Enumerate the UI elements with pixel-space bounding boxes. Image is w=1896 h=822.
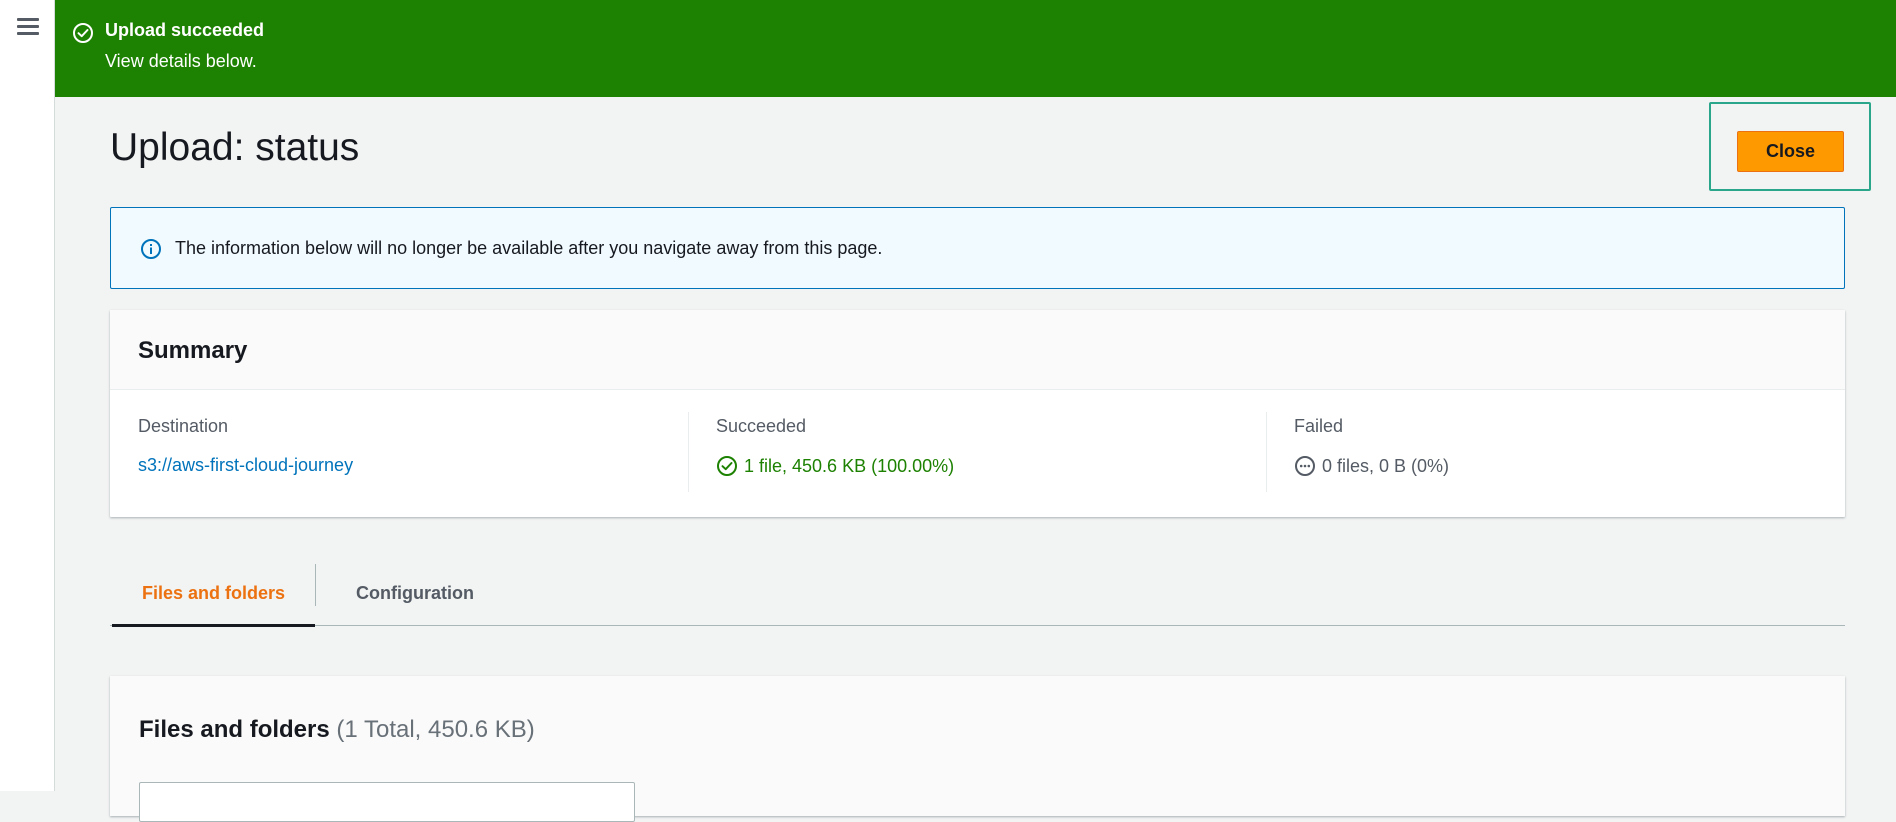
succeeded-label: Succeeded xyxy=(716,416,807,436)
failed-value: 0 files, 0 B (0%) xyxy=(1322,455,1450,476)
info-circle-icon xyxy=(141,239,161,259)
page-title: Upload: status xyxy=(110,126,360,169)
flash-subtitle: View details below. xyxy=(105,51,257,71)
column-divider xyxy=(688,412,689,492)
info-alert: The information below will no longer be … xyxy=(110,207,1845,289)
failed-label: Failed xyxy=(1294,416,1344,436)
summary-title: Summary xyxy=(138,337,248,364)
column-divider xyxy=(1266,412,1267,492)
info-text: The information below will no longer be … xyxy=(175,238,883,258)
files-count: (1 Total, 450.6 KB) xyxy=(336,716,535,743)
hamburger-icon[interactable] xyxy=(17,18,39,36)
destination-label: Destination xyxy=(138,416,229,436)
summary-header: Summary xyxy=(110,310,1845,390)
failed-column: Failed 0 files, 0 B (0%) xyxy=(1294,412,1449,492)
tab-bar: Files and folders Configuration xyxy=(110,561,1845,627)
files-and-folders-card: Files and folders (1 Total, 450.6 KB) xyxy=(110,676,1845,822)
flash-title: Upload succeeded xyxy=(105,20,265,40)
ellipsis-circle-icon xyxy=(1295,456,1315,476)
search-input[interactable] xyxy=(139,782,635,822)
tab-configuration[interactable]: Configuration xyxy=(316,561,514,625)
files-title-text: Files and folders xyxy=(139,716,330,743)
check-circle-icon xyxy=(73,23,93,43)
destination-column: Destination s3://aws-first-cloud-journey xyxy=(138,412,378,492)
tab-files-and-folders[interactable]: Files and folders xyxy=(112,561,315,627)
succeeded-value: 1 file, 450.6 KB (100.00%) xyxy=(744,455,955,476)
flash-success-banner: Upload succeeded View details below. xyxy=(55,0,1896,97)
side-navigation xyxy=(0,0,55,791)
succeeded-column: Succeeded 1 file, 450.6 KB (100.00%) xyxy=(716,412,954,492)
close-button[interactable]: Close xyxy=(1737,131,1844,172)
summary-card: Summary Destination s3://aws-first-cloud… xyxy=(110,310,1845,517)
check-circle-icon xyxy=(717,456,737,476)
files-title: Files and folders (1 Total, 450.6 KB) xyxy=(139,716,535,744)
destination-link[interactable]: s3://aws-first-cloud-journey xyxy=(138,455,378,476)
